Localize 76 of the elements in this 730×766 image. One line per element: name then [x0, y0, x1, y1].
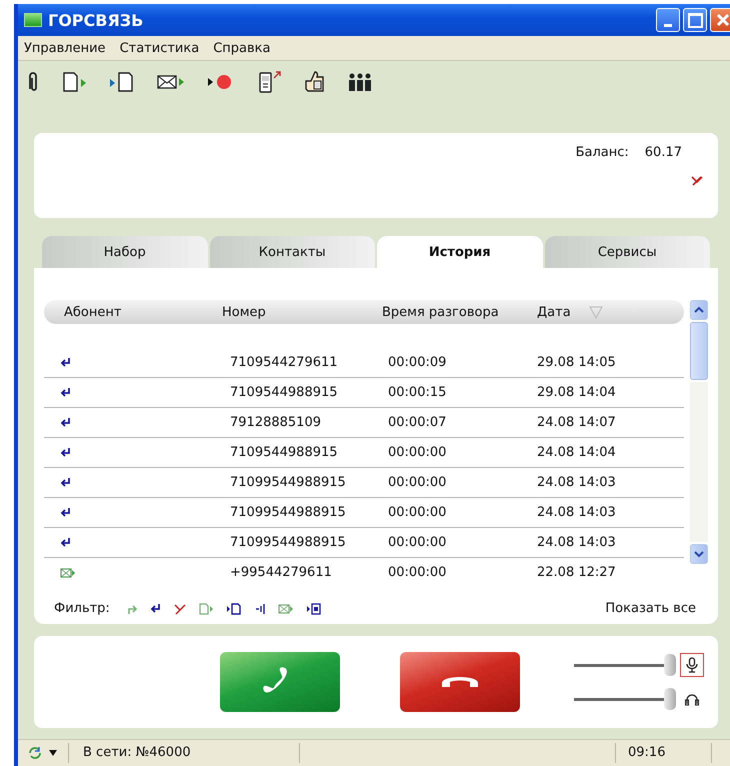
slider-thumb[interactable]: [664, 688, 676, 710]
table-cell-text: 79128885109: [229, 415, 322, 430]
network-status: В сети: №46000: [69, 743, 300, 763]
table-cell-text: 7109544988915: [229, 445, 339, 460]
tab[interactable]: Сервисы: [544, 236, 710, 268]
table-cell-text: 00:00:00: [387, 565, 448, 580]
balance-value: 60.17: [644, 145, 682, 160]
incoming-call-icon[interactable]: [150, 602, 162, 614]
column-header[interactable]: Номер: [222, 304, 382, 320]
paperclip-icon[interactable]: [26, 71, 40, 93]
phone-icon: [442, 676, 478, 688]
table-cell-text: 24.08 14:03: [537, 505, 617, 520]
table-cell-text: 00:00:00: [387, 445, 448, 460]
tab[interactable]: Набор: [42, 236, 208, 268]
table-cell-text: 7109544988915: [229, 385, 339, 400]
table-cell-text: 00:00:00: [387, 505, 448, 520]
message-icon[interactable]: [278, 602, 294, 614]
table-cell-text: 24.08 14:03: [537, 475, 617, 490]
scrollbar[interactable]: [690, 300, 708, 564]
table-cell-text: 00:00:00: [387, 475, 448, 490]
headphones-icon[interactable]: [684, 692, 700, 706]
filter-label: Фильтр:: [54, 601, 110, 616]
message-icon: [60, 566, 76, 578]
column-header[interactable]: Дата: [537, 304, 677, 320]
table-cell-text: 24.08 14:07: [537, 415, 617, 430]
menu-item[interactable]: Управление: [24, 40, 106, 56]
document-import-icon[interactable]: [226, 602, 242, 614]
table-cell-text: 71099544988915: [229, 505, 347, 520]
tab[interactable]: Контакты: [210, 236, 375, 268]
group-icon[interactable]: [346, 71, 374, 93]
maximize-button[interactable]: [683, 8, 707, 32]
incoming-call-icon: [60, 416, 72, 428]
hang-up-button[interactable]: [400, 652, 520, 712]
table-cell-text: 00:00:09: [387, 355, 448, 370]
slider-thumb[interactable]: [664, 654, 676, 676]
table-cell-text: +99544279611: [229, 565, 333, 580]
scroll-down-button[interactable]: [690, 544, 708, 564]
incoming-call-icon: [60, 446, 72, 458]
table-cell-text: 71099544988915: [229, 535, 347, 550]
dropdown-arrow-icon[interactable]: [48, 749, 58, 757]
table-cell-text: 24.08 14:03: [537, 535, 617, 550]
missed-call-icon[interactable]: [174, 602, 186, 614]
window-title: ГОРСВЯЗЬ: [48, 10, 144, 30]
status-time: 09:16: [616, 743, 712, 763]
incoming-call-icon: [60, 356, 72, 368]
minimize-button[interactable]: [656, 8, 680, 32]
scroll-up-button[interactable]: [690, 300, 708, 320]
show-all-link[interactable]: Показать все: [605, 601, 696, 616]
table-cell-text: 71099544988915: [229, 475, 347, 490]
table-cell-text: 00:00:07: [387, 415, 448, 430]
refresh-icon[interactable]: [28, 746, 42, 760]
table-cell-text: 22.08 12:27: [537, 565, 617, 580]
table-cell-text: 24.08 14:04: [537, 445, 617, 460]
chevron-down-icon: [694, 550, 704, 558]
column-header[interactable]: Абонент: [44, 304, 222, 320]
table-cell-text: 7109544279611: [229, 355, 339, 370]
incoming-call-icon: [60, 476, 72, 488]
menu-item[interactable]: Справка: [213, 40, 270, 56]
microphone-icon[interactable]: [685, 657, 699, 673]
app-icon: [24, 13, 42, 27]
incoming-call-icon: [60, 536, 72, 548]
table-cell-text: 29.08 14:04: [537, 385, 617, 400]
tab[interactable]: История: [377, 236, 542, 268]
scroll-thumb[interactable]: [690, 322, 708, 380]
incoming-call-icon: [60, 506, 72, 518]
call-button[interactable]: [220, 652, 340, 712]
menu-item[interactable]: Статистика: [120, 40, 200, 56]
balance-label: Баланс:: [576, 145, 629, 160]
table-cell-text: 00:00:15: [387, 385, 448, 400]
table-cell-text: 29.08 14:05: [537, 355, 617, 370]
column-header[interactable]: Время разговора: [382, 304, 537, 320]
missed-call-icon[interactable]: [690, 174, 704, 188]
chevron-up-icon: [694, 306, 704, 314]
close-button[interactable]: [710, 8, 730, 32]
table-cell-text: 00:00:00: [387, 535, 448, 550]
incoming-call-icon: [60, 386, 72, 398]
